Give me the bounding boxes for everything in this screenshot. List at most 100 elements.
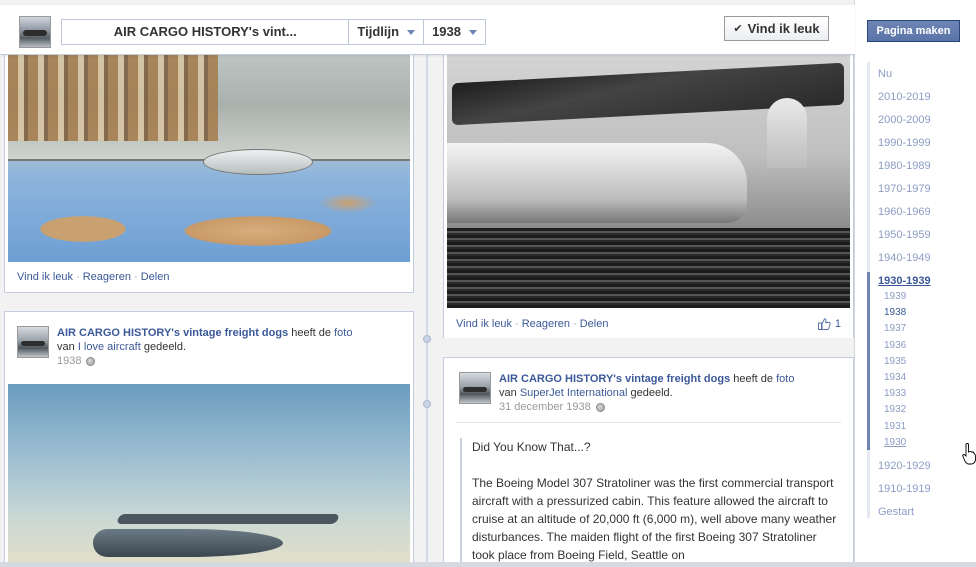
checkmark-icon: ✔ xyxy=(733,23,743,35)
cargo-cutaway xyxy=(8,51,218,141)
post-card-bottom-left: AIR CARGO HISTORY's vintage freight dogs… xyxy=(4,311,414,567)
post-meta: 31 december 1938 xyxy=(499,401,605,413)
clipper-fuselage xyxy=(93,529,283,557)
nav-decade[interactable]: 1920-1929 xyxy=(878,458,931,481)
nav-decade-active[interactable]: 1930-1939 xyxy=(878,273,931,290)
page-profile-thumbnail[interactable] xyxy=(19,16,51,48)
comment-link[interactable]: Reageren xyxy=(522,318,570,330)
post-attribution: AIR CARGO HISTORY's vintage freight dogs… xyxy=(57,327,352,339)
quote-body: The Boeing Model 307 Stratoliner was the… xyxy=(472,476,837,562)
source-link[interactable]: SuperJet International xyxy=(520,387,628,399)
photo-link[interactable]: foto xyxy=(776,373,794,385)
post-source-line: van SuperJet International gedeeld. xyxy=(499,387,673,399)
avatar[interactable] xyxy=(459,372,491,404)
right-panel: Pagina maken Nu 2010-2019 2000-2009 1990… xyxy=(856,0,976,567)
photo-link[interactable]: foto xyxy=(334,327,352,339)
timeline-spine-dot xyxy=(423,400,431,408)
nav-year[interactable]: 1939 xyxy=(884,290,931,306)
nav-decade[interactable]: 1940-1949 xyxy=(878,250,931,273)
chevron-down-icon xyxy=(469,29,477,35)
year-dropdown-label: 1938 xyxy=(432,24,461,39)
avatar[interactable] xyxy=(17,326,49,358)
nav-decade[interactable]: 1980-1989 xyxy=(878,158,931,181)
boeing-clipper-photo[interactable] xyxy=(8,384,410,567)
seaplane-cutaway-photo[interactable] xyxy=(8,51,410,262)
nav-year[interactable]: 1932 xyxy=(884,403,931,419)
like-page-button[interactable]: ✔ Vind ik leuk xyxy=(724,16,829,41)
nav-year[interactable]: 1935 xyxy=(884,355,931,371)
shared-suffix: gedeeld. xyxy=(630,387,673,399)
separator-dot: · xyxy=(515,318,519,330)
post-actions: Vind ik leuk · Reageren · Delen 1 xyxy=(444,310,853,338)
section-dropdown[interactable]: Tijdlijn xyxy=(349,20,425,44)
post-card-bottom-right: AIR CARGO HISTORY's vintage freight dogs… xyxy=(443,357,854,567)
nav-decade[interactable]: 1910-1919 xyxy=(878,481,931,504)
like-count-value: 1 xyxy=(834,318,841,330)
nav-year[interactable]: 1937 xyxy=(884,322,931,338)
page-navigation: AIR CARGO HISTORY's vint... Tijdlijn 193… xyxy=(61,19,486,45)
shared-suffix: gedeeld. xyxy=(143,341,187,353)
post-header: AIR CARGO HISTORY's vintage freight dogs… xyxy=(459,372,841,420)
sikorsky-seaplane-photo[interactable] xyxy=(447,53,850,308)
globe-icon[interactable] xyxy=(595,402,605,412)
comment-link[interactable]: Reageren xyxy=(83,271,131,283)
nav-years: 1939 1938 1937 1936 1935 1934 1933 1932 … xyxy=(878,290,931,452)
from-text: van xyxy=(57,341,75,353)
year-dropdown[interactable]: 1938 xyxy=(424,20,485,44)
chevron-down-icon xyxy=(407,29,416,35)
page-title[interactable]: AIR CARGO HISTORY's vint... xyxy=(62,20,350,44)
source-link[interactable]: I love aircraft xyxy=(78,341,141,353)
nav-decade[interactable]: 1950-1959 xyxy=(878,227,931,250)
section-dropdown-label: Tijdlijn xyxy=(357,24,400,39)
nav-now[interactable]: Nu xyxy=(878,66,931,89)
nav-decade[interactable]: 1960-1969 xyxy=(878,204,931,227)
hand-cursor-icon xyxy=(962,443,976,465)
post-source-line: van I love aircraft gedeeld. xyxy=(57,341,186,353)
thumbs-up-icon xyxy=(817,318,831,330)
globe-icon[interactable] xyxy=(86,356,96,366)
post-header: AIR CARGO HISTORY's vintage freight dogs… xyxy=(17,326,401,374)
separator-dot: · xyxy=(573,318,577,330)
shared-quote: Did You Know That...? The Boeing Model 3… xyxy=(460,438,839,567)
nav-year[interactable]: 1934 xyxy=(884,371,931,387)
nav-born[interactable]: Gestart xyxy=(878,504,931,527)
shared-text: heeft de xyxy=(291,327,332,339)
nav-year[interactable]: 1931 xyxy=(884,420,931,436)
like-link[interactable]: Vind ik leuk xyxy=(456,318,512,330)
author-link[interactable]: AIR CARGO HISTORY's vintage freight dogs xyxy=(499,373,730,385)
seaplane-body xyxy=(447,143,747,223)
post-date[interactable]: 1938 xyxy=(57,355,81,367)
seaplane-tail xyxy=(767,98,807,168)
nav-year-hover[interactable]: 1930 xyxy=(884,436,931,452)
nav-decade[interactable]: 1970-1979 xyxy=(878,181,931,204)
shared-text: heeft de xyxy=(733,373,774,385)
nav-decade[interactable]: 1990-1999 xyxy=(878,135,931,158)
from-text: van xyxy=(499,387,517,399)
clipper-wing xyxy=(116,514,340,524)
nav-year-selected[interactable]: 1938 xyxy=(884,306,931,322)
share-link[interactable]: Delen xyxy=(141,271,170,283)
like-link[interactable]: Vind ik leuk xyxy=(17,271,73,283)
post-attribution: AIR CARGO HISTORY's vintage freight dogs… xyxy=(499,373,794,385)
separator-dot: · xyxy=(76,271,80,283)
nav-year[interactable]: 1936 xyxy=(884,339,931,355)
nav-year[interactable]: 1933 xyxy=(884,387,931,403)
nav-decade[interactable]: 2000-2009 xyxy=(878,112,931,135)
separator-dot: · xyxy=(134,271,138,283)
share-link[interactable]: Delen xyxy=(580,318,609,330)
quote-title: Did You Know That...? xyxy=(472,440,591,454)
create-page-button[interactable]: Pagina maken xyxy=(867,20,960,42)
author-link[interactable]: AIR CARGO HISTORY's vintage freight dogs xyxy=(57,327,288,339)
water-surface xyxy=(447,228,850,308)
page-header: AIR CARGO HISTORY's vint... Tijdlijn 193… xyxy=(0,5,855,55)
post-actions: Vind ik leuk · Reageren · Delen xyxy=(5,263,413,291)
timeline-area: Vind ik leuk · Reageren · Delen Vind ik … xyxy=(0,0,855,567)
post-date[interactable]: 31 december 1938 xyxy=(499,401,591,413)
like-count[interactable]: 1 xyxy=(817,318,841,330)
quote-spacer xyxy=(472,456,839,474)
nav-decade[interactable]: 2010-2019 xyxy=(878,89,931,112)
post-meta: 1938 xyxy=(57,355,96,367)
like-page-label: Vind ik leuk xyxy=(747,21,820,36)
seaplane-float xyxy=(203,149,313,175)
post-card-top-left: Vind ik leuk · Reageren · Delen xyxy=(4,40,414,293)
